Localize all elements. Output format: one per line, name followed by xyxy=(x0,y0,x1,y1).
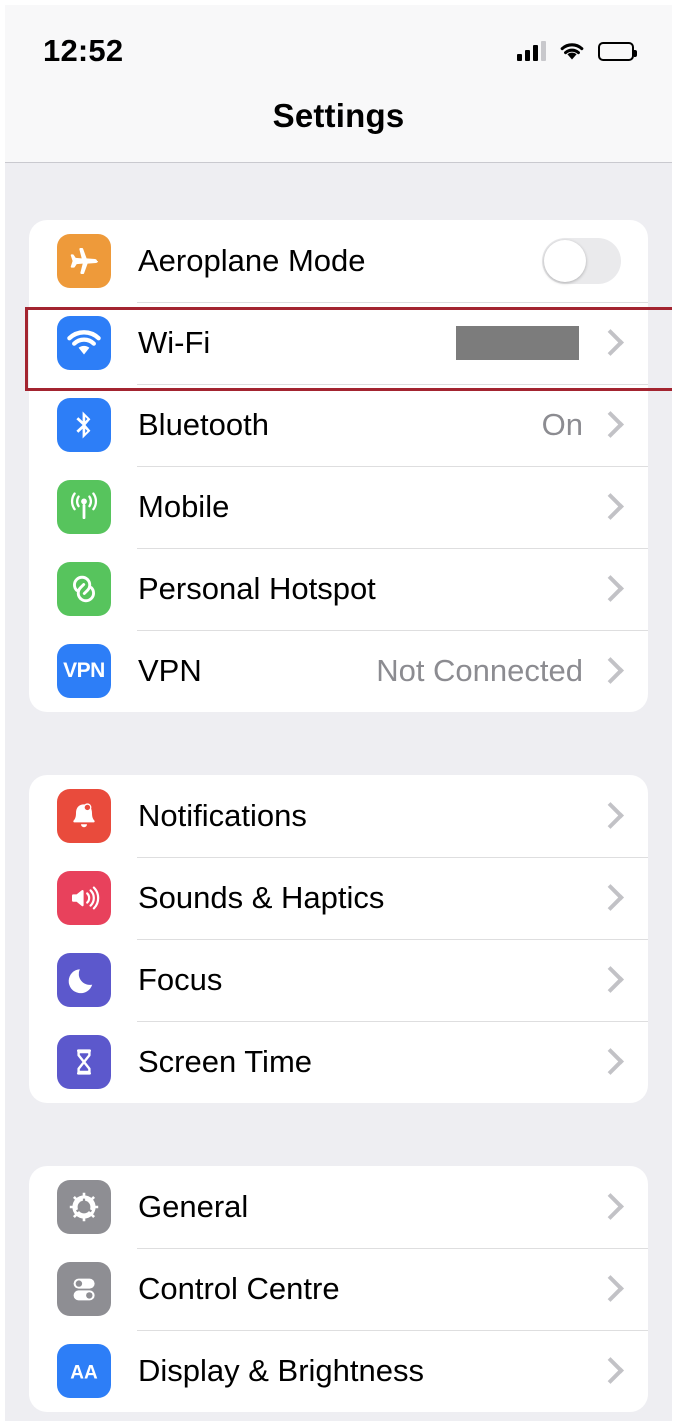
chevron-right-icon xyxy=(597,412,623,438)
vpn-icon: VPN xyxy=(57,644,111,698)
chevron-right-icon xyxy=(597,330,623,356)
notifications-row[interactable]: Notifications xyxy=(29,775,648,857)
settings-group-connectivity: Aeroplane Mode Wi-Fi Bluetooth On Mobile… xyxy=(29,220,648,712)
settings-list: Aeroplane Mode Wi-Fi Bluetooth On Mobile… xyxy=(5,220,672,1412)
chevron-right-icon xyxy=(597,1194,623,1220)
wifi-icon xyxy=(57,316,111,370)
row-label: Aeroplane Mode xyxy=(138,243,366,278)
navigation-bar: 12:52 Settings xyxy=(5,5,672,163)
wifi-network-redacted-value xyxy=(456,326,579,360)
moon-icon xyxy=(57,953,111,1007)
row-label: Screen Time xyxy=(138,1044,313,1079)
wifi-row[interactable]: Wi-Fi xyxy=(29,302,648,384)
toggle-knob xyxy=(544,240,586,282)
aeroplane-mode-row[interactable]: Aeroplane Mode xyxy=(29,220,648,302)
row-label: VPN xyxy=(138,653,202,688)
row-label: Personal Hotspot xyxy=(138,571,376,606)
row-label: Bluetooth xyxy=(138,407,269,442)
chevron-right-icon xyxy=(597,658,623,684)
iphone-settings-screen: 12:52 Settings Aeroplane Mode Wi-Fi Blue… xyxy=(0,0,688,1421)
control-centre-row[interactable]: Control Centre xyxy=(29,1248,648,1330)
chevron-right-icon xyxy=(597,885,623,911)
chevron-right-icon xyxy=(597,1049,623,1075)
row-label: Sounds & Haptics xyxy=(138,880,385,915)
status-bar-clock: 12:52 xyxy=(43,33,124,68)
display-brightness-row[interactable]: AA Display & Brightness xyxy=(29,1330,648,1412)
chevron-right-icon xyxy=(597,1358,623,1384)
svg-text:AA: AA xyxy=(70,1363,98,1384)
row-label: Display & Brightness xyxy=(138,1353,425,1388)
wifi-icon xyxy=(559,41,585,61)
row-label: General xyxy=(138,1189,249,1224)
status-bar-icons xyxy=(517,41,637,61)
row-label: Mobile xyxy=(138,489,230,524)
status-bar: 12:52 xyxy=(5,5,672,79)
aeroplane-icon xyxy=(57,234,111,288)
sounds-haptics-row[interactable]: Sounds & Haptics xyxy=(29,857,648,939)
focus-row[interactable]: Focus xyxy=(29,939,648,1021)
aeroplane-mode-toggle[interactable] xyxy=(542,238,621,284)
row-value: Not Connected xyxy=(376,653,583,688)
chevron-right-icon xyxy=(597,967,623,993)
row-label: Focus xyxy=(138,962,223,997)
settings-group-system: General Control Centre AA Display & Brig… xyxy=(29,1166,648,1412)
settings-group-alerts: Notifications Sounds & Haptics Focus Scr… xyxy=(29,775,648,1103)
chevron-right-icon xyxy=(597,803,623,829)
display-brightness-icon: AA xyxy=(57,1344,111,1398)
bluetooth-row[interactable]: Bluetooth On xyxy=(29,384,648,466)
gear-icon xyxy=(57,1180,111,1234)
battery-icon xyxy=(598,41,637,61)
antenna-icon xyxy=(57,480,111,534)
personal-hotspot-row[interactable]: Personal Hotspot xyxy=(29,548,648,630)
row-label: Control Centre xyxy=(138,1271,340,1306)
row-label: Notifications xyxy=(138,798,307,833)
cellular-bars-icon xyxy=(517,41,546,61)
speaker-icon xyxy=(57,871,111,925)
bell-icon xyxy=(57,789,111,843)
control-centre-icon xyxy=(57,1262,111,1316)
hourglass-icon xyxy=(57,1035,111,1089)
bluetooth-icon xyxy=(57,398,111,452)
mobile-row[interactable]: Mobile xyxy=(29,466,648,548)
screen-time-row[interactable]: Screen Time xyxy=(29,1021,648,1103)
chevron-right-icon xyxy=(597,576,623,602)
chevron-right-icon xyxy=(597,1276,623,1302)
hotspot-link-icon xyxy=(57,562,111,616)
row-label: Wi-Fi xyxy=(138,325,211,360)
row-value: On xyxy=(541,407,583,442)
general-row[interactable]: General xyxy=(29,1166,648,1248)
page-title: Settings xyxy=(272,97,405,134)
chevron-right-icon xyxy=(597,494,623,520)
vpn-row[interactable]: VPN VPN Not Connected xyxy=(29,630,648,712)
